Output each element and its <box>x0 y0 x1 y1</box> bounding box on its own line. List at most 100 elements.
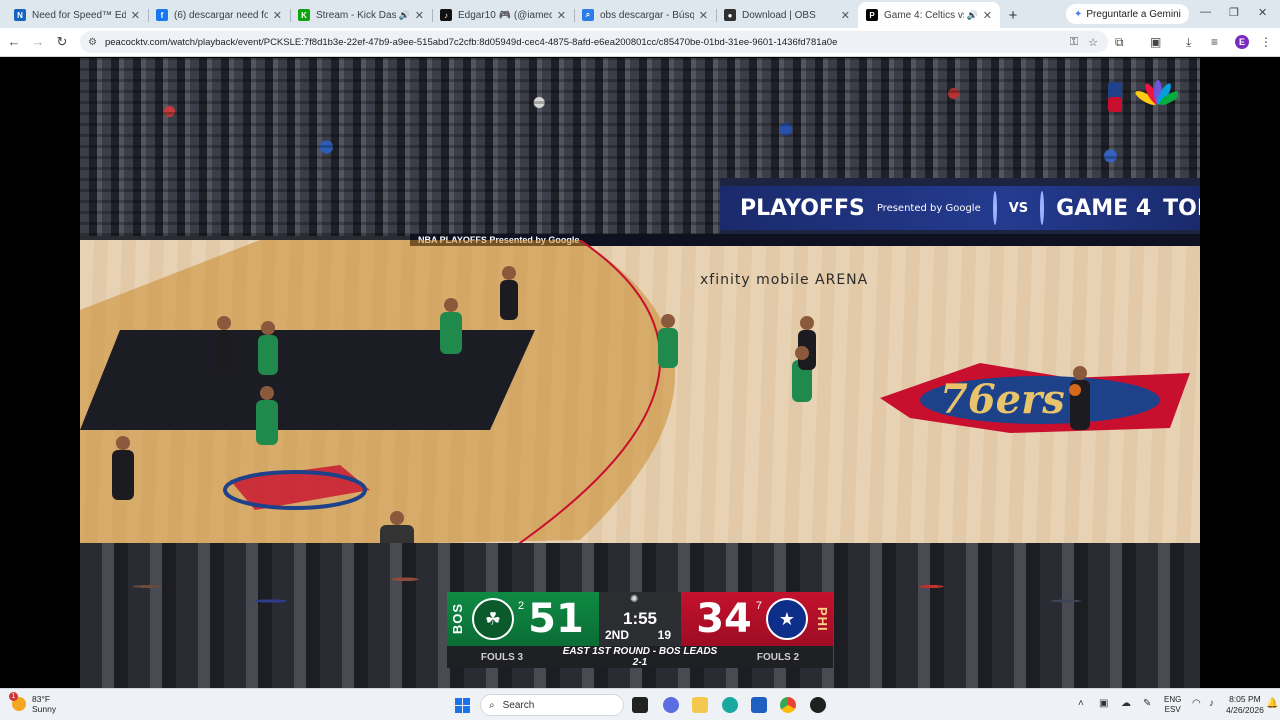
pistons-logo-icon <box>992 191 997 225</box>
weather-temp: 83°F <box>32 694 51 704</box>
back-arrow-icon[interactable]: ← <box>6 34 22 49</box>
close-tab-icon[interactable]: ✕ <box>841 9 850 22</box>
download-icon[interactable]: ⤓ <box>1186 35 1191 50</box>
browser-toolbar: ← → ↻ ⚙ peacocktv.com/watch/playback/eve… <box>0 28 1280 57</box>
maximize-button[interactable]: ❐ <box>1229 6 1239 19</box>
search-icon: ⌕ <box>489 699 495 711</box>
sidebar-icon[interactable]: ▣ <box>1150 35 1161 49</box>
close-tab-icon[interactable]: ✕ <box>131 9 140 22</box>
banner-title: PLAYOFFS <box>740 195 865 221</box>
notifications-icon[interactable]: 🔔 <box>1266 698 1278 709</box>
home-fouls: FOULS 3 <box>480 651 524 663</box>
banner-game: GAME 4 <box>1056 195 1152 221</box>
edge-icon[interactable] <box>722 697 738 713</box>
close-tab-icon[interactable]: ✕ <box>557 9 566 22</box>
weather-condition: Sunny <box>32 704 57 714</box>
bookmark-star-icon[interactable]: ☆ <box>1088 36 1098 49</box>
tab-audio-icon[interactable]: 🔊 <box>399 10 410 21</box>
file-explorer-icon[interactable] <box>692 697 708 713</box>
tab-title: Need for Speed™ Edición <box>32 9 126 21</box>
ask-gemini-button[interactable]: ✦ Preguntarle a Gemini <box>1066 4 1189 24</box>
clock-time: 8:05 PM <box>1229 694 1261 704</box>
windows-taskbar: 83°F Sunny ⌕ Search ˄ ▣ ☁ ✎ ENG ESV ◠ ♪ … <box>0 688 1280 720</box>
tray-misc-icon[interactable]: ✎ <box>1143 698 1151 709</box>
password-key-icon[interactable]: ⚿ <box>1070 36 1078 49</box>
extensions-puzzle-icon[interactable]: ⧉ <box>1115 35 1124 50</box>
home-score: 51 <box>528 596 584 642</box>
tab-title: Game 4: Celtics vs. 76e <box>884 9 964 21</box>
forward-arrow-icon[interactable]: → <box>30 34 46 49</box>
peacock-icon: P <box>866 9 878 21</box>
site-info-icon[interactable]: ⚙ <box>88 37 97 48</box>
banner-sponsor: Presented by Google <box>876 202 981 214</box>
menu-kebab-icon[interactable]: ⋮ <box>1260 35 1272 49</box>
tray-overflow-icon[interactable]: ˄ <box>1078 698 1084 709</box>
close-tab-icon[interactable]: ✕ <box>699 9 708 22</box>
weather-widget[interactable]: 83°F Sunny <box>9 692 57 714</box>
browser-tab[interactable]: P Game 4: Celtics vs. 76e🔊 ✕ <box>858 2 1000 28</box>
cloud-icon[interactable]: ☁ <box>1121 698 1131 709</box>
period: 2ND <box>605 628 630 642</box>
sun-icon <box>9 692 26 711</box>
facebook-icon: f <box>156 9 168 21</box>
profile-avatar[interactable]: E <box>1235 35 1249 49</box>
browser-tab[interactable]: ♪ Edgar10 🎮 (@iamedg ✕ <box>432 2 574 28</box>
browser-tab[interactable]: ● Download | OBS ✕ <box>716 2 858 28</box>
reload-icon[interactable]: ↻ <box>54 34 70 50</box>
browser-tab[interactable]: K Stream - Kick Dashbo🔊 ✕ <box>290 2 432 28</box>
away-team-abbr: PHI <box>815 606 830 632</box>
players-layer <box>112 266 1090 570</box>
url-text[interactable]: peacocktv.com/watch/playback/event/PCKSL… <box>105 37 1070 48</box>
away-fouls: FOULS 2 <box>756 651 800 663</box>
obs-icon[interactable] <box>810 697 826 713</box>
tray-app-icon[interactable]: ▣ <box>1099 698 1108 709</box>
close-tab-icon[interactable]: ✕ <box>415 9 424 22</box>
peacock-small-icon: ✺ <box>630 594 639 605</box>
browser-tab[interactable]: N Need for Speed™ Edición ✕ <box>6 2 148 28</box>
kick-icon: K <box>298 9 310 21</box>
obs-icon: ● <box>724 9 736 21</box>
gemini-label: Preguntarle a Gemini <box>1086 8 1181 20</box>
store-icon[interactable] <box>751 697 767 713</box>
game-clock-panel: ✺ 1:55 2ND 19 <box>599 592 681 646</box>
game-clock: 1:55 <box>622 609 658 628</box>
keyboard-layout: ESV <box>1164 705 1181 714</box>
series-status: EAST 1ST ROUND - BOS LEADS 2-1 <box>562 646 718 668</box>
close-window-button[interactable]: ✕ <box>1258 6 1267 19</box>
wifi-icon[interactable]: ◠ <box>1192 698 1201 709</box>
celtics-logo-icon: ☘ <box>472 598 514 640</box>
away-timeouts: 7 <box>755 600 762 612</box>
copilot-icon[interactable] <box>663 697 679 713</box>
browser-tab[interactable]: f (6) descargar need for spe ✕ <box>148 2 290 28</box>
taskbar-search[interactable]: ⌕ Search <box>480 694 624 716</box>
reading-list-icon[interactable]: ≡ <box>1211 35 1218 49</box>
task-view-icon[interactable] <box>632 697 648 713</box>
browser-tab[interactable]: ⌕ obs descargar - Búsqueda ✕ <box>574 2 716 28</box>
magic-logo-icon <box>1040 191 1045 225</box>
banner-tomorrow: TOMORROW 8PM <box>1163 195 1200 221</box>
scorebug: BOS ☘ 2 51 ✺ 1:55 2ND 19 34 7 ★ PHI FOUL… <box>447 592 833 668</box>
tab-audio-icon[interactable]: 🔊 <box>967 10 978 21</box>
language-indicator[interactable]: ENG ESV <box>1164 695 1181 715</box>
tab-title: Stream - Kick Dashbo <box>316 9 396 21</box>
volume-icon[interactable]: ♪ <box>1209 698 1214 709</box>
video-player[interactable]: PLAYOFFS Presented by Google VS GAME 4 T… <box>0 58 1280 688</box>
scorebug-footer: FOULS 3 EAST 1ST ROUND - BOS LEADS 2-1 F… <box>447 646 833 668</box>
close-tab-icon[interactable]: ✕ <box>983 9 992 22</box>
address-bar[interactable]: ⚙ peacocktv.com/watch/playback/event/PCK… <box>80 31 1108 53</box>
close-tab-icon[interactable]: ✕ <box>273 9 282 22</box>
windows-start-icon[interactable] <box>455 698 470 713</box>
tiktok-icon: ♪ <box>440 9 452 21</box>
away-team-panel: 34 7 ★ PHI <box>681 592 833 646</box>
nfs-icon: N <box>14 9 26 21</box>
chrome-icon[interactable] <box>780 697 796 713</box>
minimize-button[interactable]: — <box>1200 6 1211 18</box>
search-label: Search <box>502 699 535 711</box>
tab-title: Edgar10 🎮 (@iamedg <box>458 9 552 21</box>
system-clock[interactable]: 8:05 PM 4/26/2026 <box>1226 694 1264 716</box>
new-tab-button[interactable]: + <box>1000 2 1026 28</box>
shot-clock: 19 <box>657 628 671 642</box>
lang-code: ENG <box>1164 695 1182 704</box>
home-team-abbr: BOS <box>450 603 465 635</box>
banner-vs: VS <box>1008 200 1029 216</box>
